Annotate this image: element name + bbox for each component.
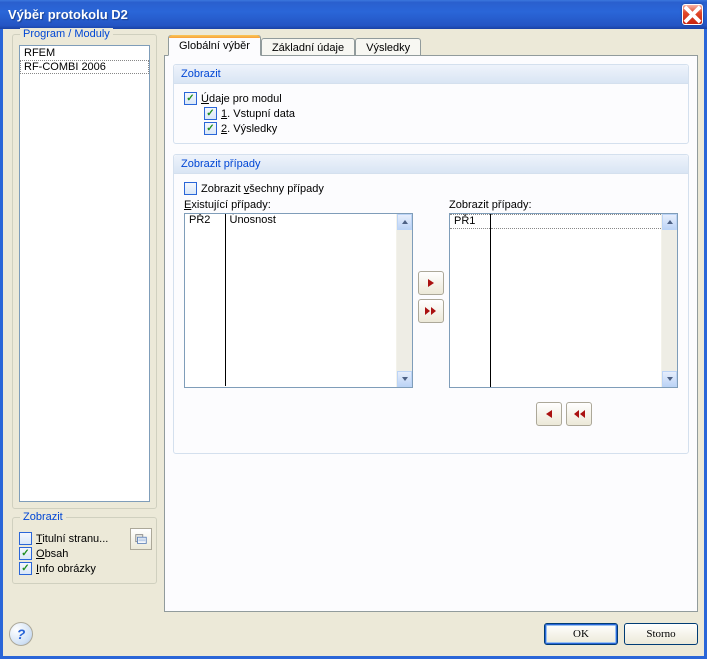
module-item-rfem[interactable]: RFEM <box>20 46 149 60</box>
move-right-button[interactable] <box>418 271 444 295</box>
checkbox-icon <box>184 92 197 105</box>
double-left-icon <box>572 409 586 419</box>
chk-obsah[interactable]: Obsah <box>19 547 150 560</box>
bottom-bar: ? OK Storno <box>9 618 698 650</box>
checkbox-icon <box>184 182 197 195</box>
zobrazit-legend: Zobrazit <box>20 511 66 523</box>
scrollbar[interactable] <box>661 214 677 387</box>
group-zobrazit-header: Zobrazit <box>174 65 688 84</box>
existing-cases-col: Existující případy: PŘ2Únosnost <box>184 199 413 388</box>
tab-global[interactable]: Globální výběr <box>168 35 261 56</box>
ok-button[interactable]: OK <box>544 623 618 645</box>
chk-titulni[interactable]: Titulní stranu... <box>19 532 150 545</box>
chk-vstupni[interactable]: 1. Vstupní data <box>204 107 678 120</box>
zobrazit-group: Zobrazit Titulní stranu... Obsah Info ob… <box>12 517 157 584</box>
scroll-down-button[interactable] <box>662 371 677 387</box>
help-icon: ? <box>17 626 26 642</box>
double-right-icon <box>424 306 438 316</box>
chevron-down-icon <box>401 375 409 383</box>
chevron-up-icon <box>666 218 674 226</box>
modules-legend: Program / Moduly <box>20 28 113 40</box>
group-pripady-header: Zobrazit případy <box>174 155 688 174</box>
checkbox-icon <box>19 562 32 575</box>
scroll-up-button[interactable] <box>662 214 677 230</box>
close-icon <box>683 5 702 24</box>
existing-cases-list[interactable]: PŘ2Únosnost <box>184 213 413 388</box>
show-cases-list[interactable]: PŘ1 <box>449 213 678 388</box>
show-cases-label: Zobrazit případy: <box>449 199 678 211</box>
modules-list[interactable]: RFEM RF-COMBI 2006 <box>19 45 150 502</box>
chk-vysledky[interactable]: 2. Výsledky <box>204 122 678 135</box>
existing-cases-label: Existující případy: <box>184 199 413 211</box>
scrollbar[interactable] <box>396 214 412 387</box>
triangle-right-icon <box>426 278 436 288</box>
close-button[interactable] <box>682 4 703 25</box>
tab-panel: Zobrazit Údaje pro modul 1. Vstupní data… <box>164 55 698 612</box>
chk-vsechny[interactable]: Zobrazit všechny případy <box>184 182 678 195</box>
window-title: Výběr protokolu D2 <box>8 7 682 22</box>
module-item-rfcombi[interactable]: RF-COMBI 2006 <box>20 60 149 74</box>
checkbox-icon <box>19 532 32 545</box>
checkbox-icon <box>19 547 32 560</box>
chevron-down-icon <box>666 375 674 383</box>
chk-info[interactable]: Info obrázky <box>19 562 150 575</box>
transfer-buttons <box>413 199 449 325</box>
help-button[interactable]: ? <box>9 622 33 646</box>
move-left-all-button[interactable] <box>566 402 592 426</box>
tabstrip: Globální výběr Základní údaje Výsledky <box>164 34 698 56</box>
scroll-down-button[interactable] <box>397 371 412 387</box>
table-row: PŘ1 <box>450 215 661 229</box>
checkbox-icon <box>204 122 217 135</box>
table-row: PŘ2Únosnost <box>185 214 396 228</box>
show-cases-col: Zobrazit případy: PŘ1 <box>449 199 678 428</box>
group-pripady: Zobrazit případy Zobrazit všechny případ… <box>173 154 689 454</box>
titlebar: Výběr protokolu D2 <box>0 0 707 29</box>
group-zobrazit: Zobrazit Údaje pro modul 1. Vstupní data… <box>173 64 689 144</box>
scroll-up-button[interactable] <box>397 214 412 230</box>
storno-button[interactable]: Storno <box>624 623 698 645</box>
chk-udaje[interactable]: Údaje pro modul <box>184 92 678 105</box>
modules-group: Program / Moduly RFEM RF-COMBI 2006 <box>12 34 157 509</box>
triangle-left-icon <box>544 409 554 419</box>
checkbox-icon <box>204 107 217 120</box>
move-right-all-button[interactable] <box>418 299 444 323</box>
chevron-up-icon <box>401 218 409 226</box>
move-left-button[interactable] <box>536 402 562 426</box>
